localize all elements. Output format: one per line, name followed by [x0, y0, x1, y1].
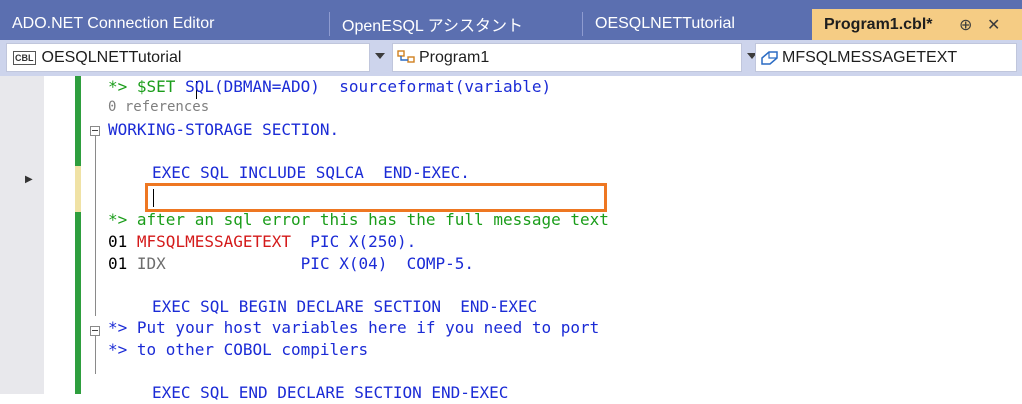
navigation-bar: CBL OESQLNETTutorial Program1 MFSQLMESSA…	[0, 40, 1022, 76]
document-tab-strip: ADO.NET Connection Editor OpenESQL アシスタン…	[0, 0, 1022, 40]
outline-guide	[95, 336, 96, 374]
tab-program1-cbl[interactable]: Program1.cbl* ⊕ ✕	[812, 9, 1022, 40]
member-dropdown[interactable]: MFSQLMESSAGETEXT	[755, 43, 1017, 72]
indicator-margin: ▶	[0, 76, 44, 394]
references-codelens[interactable]: 0 references	[108, 96, 209, 118]
chevron-down-icon[interactable]	[375, 53, 385, 59]
code-line: 01 IDX PIC X(04) COMP-5.	[108, 254, 475, 273]
tab-label: ADO.NET Connection Editor	[12, 15, 215, 32]
unsaved-change-marker	[75, 166, 81, 212]
tab-label: OESQLNETTutorial	[595, 15, 735, 32]
code-line: *> after an sql error this has the full …	[108, 210, 609, 229]
code-line: WORKING-STORAGE SECTION.	[108, 120, 340, 139]
project-dropdown[interactable]: CBL OESQLNETTutorial	[6, 43, 385, 72]
tab-label: Program1.cbl*	[824, 15, 933, 33]
tab-openesql-assistant[interactable]: OpenESQL アシスタント	[330, 8, 583, 40]
change-tracking-bar	[75, 76, 81, 394]
member-dropdown-value: MFSQLMESSAGETEXT	[782, 48, 958, 66]
class-icon	[397, 49, 415, 63]
tab-ado-net-connection-editor[interactable]: ADO.NET Connection Editor	[0, 8, 330, 40]
collapse-icon[interactable]	[90, 126, 100, 136]
code-line: EXEC SQL BEGIN DECLARE SECTION END-EXEC	[152, 297, 538, 316]
code-line: EXEC SQL INCLUDE SQLCA END-EXEC.	[152, 163, 470, 182]
program-dropdown[interactable]: Program1	[392, 43, 757, 72]
highlight-box	[145, 183, 607, 212]
program-dropdown-value: Program1	[419, 48, 490, 66]
cobol-file-icon: CBL	[13, 50, 36, 65]
tab-label: OpenESQL アシスタント	[342, 18, 524, 35]
code-editor[interactable]: ▶ *> $SET SQL(DBMAN=ADO) sourceformat(va…	[0, 76, 1022, 402]
project-dropdown-value: OESQLNETTutorial	[41, 48, 182, 66]
code-line: EXEC SQL END DECLARE SECTION END-EXEC	[152, 383, 509, 402]
tab-oesqlnettutorial[interactable]: OESQLNETTutorial	[583, 8, 812, 40]
code-line: *> Put your host variables here if you n…	[108, 318, 600, 337]
text-caret	[153, 189, 154, 207]
collapse-icon[interactable]	[90, 326, 100, 336]
code-line: *> to other COBOL compilers	[108, 340, 369, 359]
current-line-arrow-icon: ▶	[25, 174, 33, 185]
code-line: *> $SET SQL(DBMAN=ADO) sourceformat(vari…	[108, 77, 552, 96]
outline-guide	[95, 136, 96, 316]
code-line: 01 MFSQLMESSAGETEXT PIC X(250).	[108, 232, 417, 251]
pin-icon[interactable]: ⊕	[959, 15, 972, 35]
code-text: *> $SET SQL(DBMAN=ADO) sourceformat(vari…	[108, 76, 609, 402]
field-icon	[761, 50, 778, 65]
close-icon[interactable]: ✕	[987, 15, 1000, 35]
